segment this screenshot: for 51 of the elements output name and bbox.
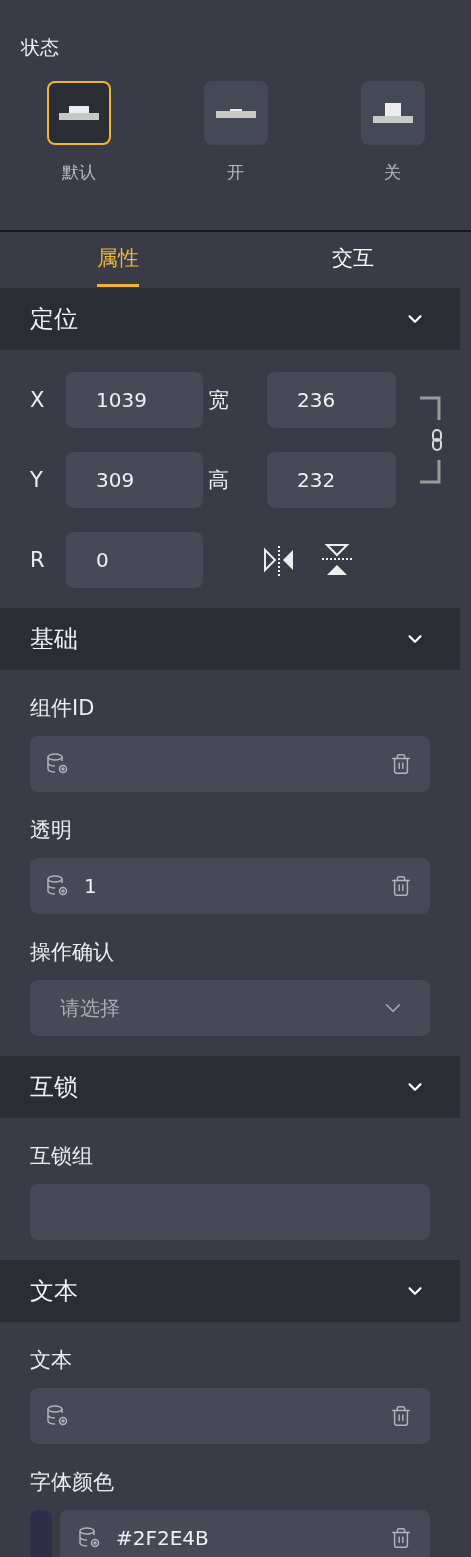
database-settings-icon <box>46 874 70 898</box>
field-label: 文本 <box>30 1347 73 1374</box>
input-field[interactable]: 309 <box>66 452 203 508</box>
field-label: 透明 <box>30 817 73 844</box>
state-button[interactable] <box>203 81 268 145</box>
flip-vertical-icon[interactable] <box>321 544 353 576</box>
field-label: 组件ID <box>30 695 96 722</box>
section-title: 互锁 <box>30 1072 78 1103</box>
field-label: 操作确认 <box>30 939 115 966</box>
flip-horizontal-icon[interactable] <box>263 544 295 576</box>
button-icon <box>372 103 413 123</box>
input-field[interactable]: 232 <box>267 452 396 508</box>
tab[interactable]: 交互 <box>332 232 375 287</box>
database-settings-icon <box>46 752 70 776</box>
state-label: 默认 <box>61 161 96 184</box>
section-title: 文本 <box>30 1276 78 1307</box>
delete-icon[interactable] <box>390 1527 412 1549</box>
state-label: 关 <box>384 161 401 184</box>
field-label: 互锁组 <box>30 1143 94 1170</box>
section-header[interactable]: 文本 <box>0 1260 460 1322</box>
state-button[interactable] <box>46 81 111 145</box>
delete-icon[interactable] <box>390 1405 412 1427</box>
field-label: Y <box>30 468 44 492</box>
input-field[interactable]: 1039 <box>66 372 203 428</box>
section-title: 状态 <box>21 35 60 60</box>
section-header[interactable]: 互锁 <box>0 1056 460 1118</box>
field-label: R <box>30 548 46 572</box>
input-field[interactable] <box>30 736 430 792</box>
state-label: 开 <box>227 161 244 184</box>
section-title: 定位 <box>30 304 78 335</box>
button-icon <box>215 108 256 118</box>
field-label: 高 <box>208 467 229 494</box>
select-field[interactable]: 请选择 <box>30 980 430 1036</box>
aspect-lock-icon[interactable] <box>420 396 442 484</box>
section-header[interactable]: 定位 <box>0 288 460 350</box>
input-field[interactable]: #2F2E4B <box>60 1510 430 1557</box>
input-field[interactable] <box>30 1388 430 1444</box>
input-field[interactable]: 1 <box>30 858 430 914</box>
section-header[interactable]: 基础 <box>0 608 460 670</box>
button-icon <box>58 106 99 120</box>
section-title: 基础 <box>30 624 78 655</box>
delete-icon[interactable] <box>390 753 412 775</box>
delete-icon[interactable] <box>390 875 412 897</box>
input-field[interactable]: 0 <box>66 532 203 588</box>
field-label: X <box>30 388 46 412</box>
database-settings-icon <box>46 1404 70 1428</box>
field-label: 宽 <box>208 387 229 414</box>
field-label: 字体颜色 <box>30 1469 115 1496</box>
state-button[interactable] <box>360 81 425 145</box>
database-settings-icon <box>78 1526 102 1550</box>
input-field[interactable]: 236 <box>267 372 396 428</box>
